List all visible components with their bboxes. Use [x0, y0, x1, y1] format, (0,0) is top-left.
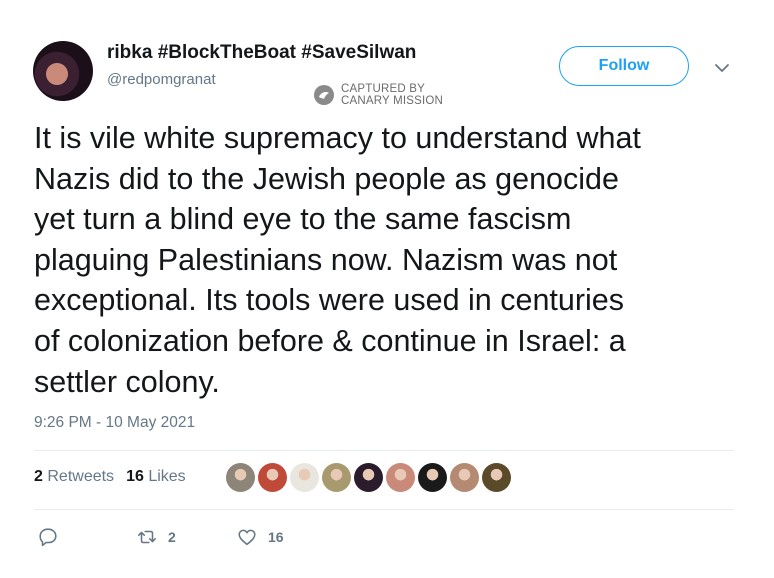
tweet-timestamp[interactable]: 9:26 PM - 10 May 2021: [34, 414, 195, 432]
tweet-text-line: Nazis did to the Jewish people as genoci…: [34, 161, 619, 196]
tweet-text-line: yet turn a blind eye to the same fascism: [34, 202, 572, 237]
liker-avatar[interactable]: [226, 463, 255, 492]
author-display-name[interactable]: ribka #BlockTheBoat #SaveSilwan: [107, 42, 416, 64]
tweet-text-line: settler colony.: [34, 364, 220, 399]
tweet-card: ribka #BlockTheBoat #SaveSilwan @redpomg…: [0, 0, 774, 578]
like-button[interactable]: 16: [236, 526, 284, 548]
canary-logo-icon: [314, 85, 334, 105]
liker-avatar[interactable]: [354, 463, 383, 492]
liker-avatar[interactable]: [322, 463, 351, 492]
retweet-button[interactable]: 2: [136, 526, 176, 548]
retweet-icon: [137, 530, 157, 544]
liker-avatar[interactable]: [418, 463, 447, 492]
liker-avatars: [226, 463, 511, 492]
liker-avatar[interactable]: [258, 463, 287, 492]
like-count: 16: [268, 529, 284, 545]
tweet-text-line: plaguing Palestinians now. Nazism was no…: [34, 242, 618, 277]
watermark-line-2: CANARY MISSION: [341, 95, 444, 107]
heart-icon: [238, 529, 256, 546]
liker-avatar[interactable]: [482, 463, 511, 492]
liker-avatar[interactable]: [290, 463, 319, 492]
tweet-actions: 2 16: [0, 526, 774, 552]
follow-button[interactable]: Follow: [559, 46, 689, 86]
retweets-stat[interactable]: 2 Retweets: [34, 468, 114, 486]
tweet-text-line: exceptional. Its tools were used in cent…: [34, 283, 624, 318]
retweets-count: 2: [34, 468, 43, 485]
likes-count: 16: [126, 468, 144, 485]
tweet-text: It is vile white supremacy to understand…: [34, 118, 746, 402]
liker-avatar[interactable]: [386, 463, 415, 492]
reply-icon: [39, 528, 57, 547]
likes-stat[interactable]: 16 Likes: [126, 468, 186, 486]
retweets-label: Retweets: [47, 468, 115, 485]
liker-avatar[interactable]: [450, 463, 479, 492]
divider: [34, 509, 734, 510]
divider: [34, 450, 734, 451]
tweet-text-line: of colonization before & continue in Isr…: [34, 323, 626, 358]
watermark-text: CAPTURED BY CANARY MISSION: [341, 83, 443, 107]
reply-button[interactable]: [37, 526, 69, 548]
author-handle[interactable]: @redpomgranat: [107, 71, 216, 88]
retweet-count: 2: [168, 529, 176, 545]
author-avatar[interactable]: [33, 41, 93, 101]
tweet-text-line: It is vile white supremacy to understand…: [34, 121, 641, 155]
likes-label: Likes: [148, 468, 186, 485]
chevron-down-icon[interactable]: [712, 58, 732, 78]
watermark-line-1: CAPTURED BY: [341, 83, 425, 95]
watermark: CAPTURED BY CANARY MISSION: [313, 82, 443, 108]
engagement-stats: 2 Retweets 16 Likes: [34, 468, 186, 486]
